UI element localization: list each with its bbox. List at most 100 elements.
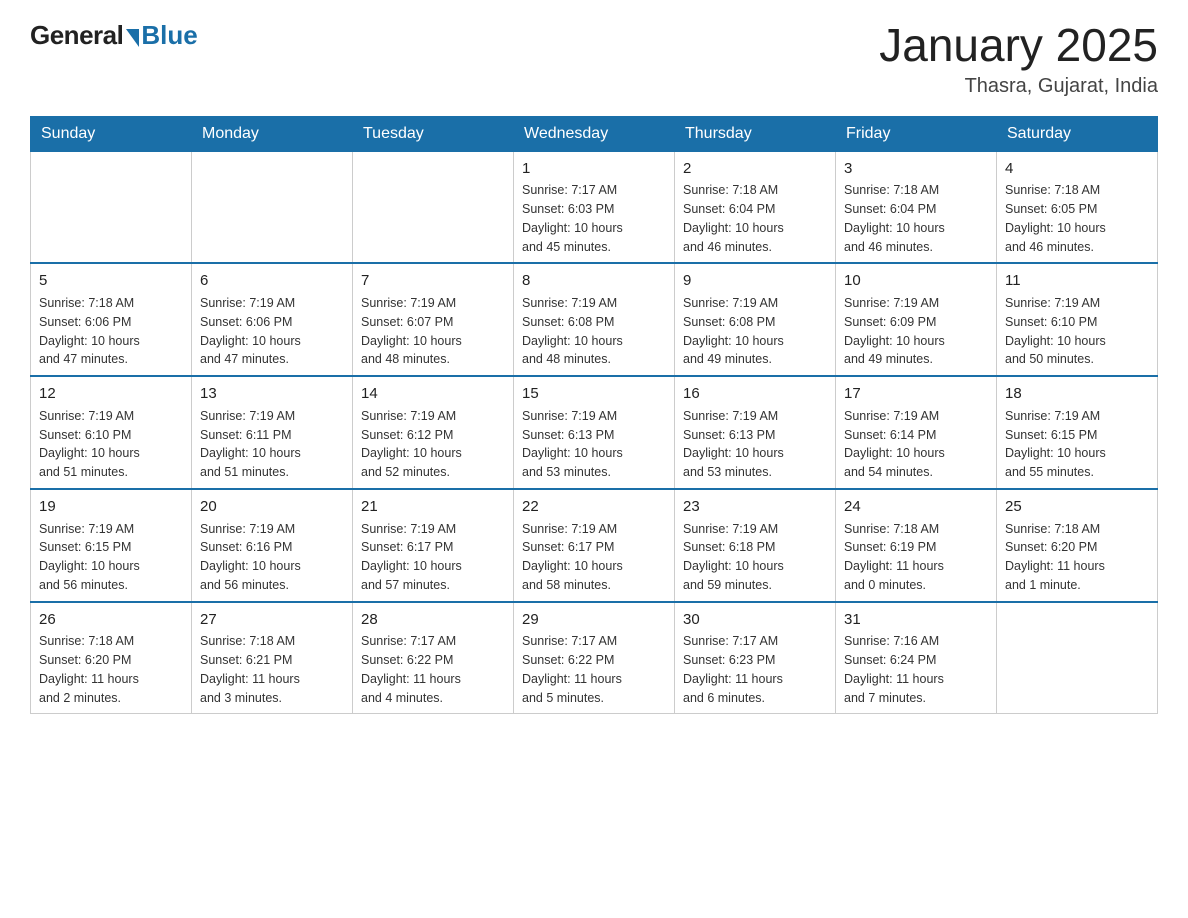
calendar-cell: 31Sunrise: 7:16 AMSunset: 6:24 PMDayligh… <box>836 602 997 714</box>
location-title: Thasra, Gujarat, India <box>879 75 1158 98</box>
day-number: 14 <box>361 383 505 405</box>
day-info: Sunrise: 7:19 AMSunset: 6:14 PMDaylight:… <box>844 407 988 482</box>
calendar-cell: 2Sunrise: 7:18 AMSunset: 6:04 PMDaylight… <box>675 151 836 263</box>
day-number: 10 <box>844 270 988 292</box>
calendar-cell: 29Sunrise: 7:17 AMSunset: 6:22 PMDayligh… <box>514 602 675 714</box>
day-number: 29 <box>522 609 666 631</box>
calendar-cell <box>997 602 1158 714</box>
day-info: Sunrise: 7:19 AMSunset: 6:13 PMDaylight:… <box>683 407 827 482</box>
day-number: 23 <box>683 496 827 518</box>
day-number: 26 <box>39 609 183 631</box>
day-info: Sunrise: 7:17 AMSunset: 6:22 PMDaylight:… <box>522 632 666 707</box>
calendar-cell: 25Sunrise: 7:18 AMSunset: 6:20 PMDayligh… <box>997 489 1158 602</box>
day-info: Sunrise: 7:19 AMSunset: 6:16 PMDaylight:… <box>200 520 344 595</box>
calendar-table: SundayMondayTuesdayWednesdayThursdayFrid… <box>30 116 1158 715</box>
calendar-cell: 6Sunrise: 7:19 AMSunset: 6:06 PMDaylight… <box>192 263 353 376</box>
day-info: Sunrise: 7:19 AMSunset: 6:10 PMDaylight:… <box>1005 294 1149 369</box>
calendar-cell <box>31 151 192 263</box>
weekday-header-saturday: Saturday <box>997 116 1158 151</box>
day-number: 21 <box>361 496 505 518</box>
day-number: 22 <box>522 496 666 518</box>
calendar-cell: 24Sunrise: 7:18 AMSunset: 6:19 PMDayligh… <box>836 489 997 602</box>
day-number: 20 <box>200 496 344 518</box>
day-number: 17 <box>844 383 988 405</box>
day-info: Sunrise: 7:19 AMSunset: 6:10 PMDaylight:… <box>39 407 183 482</box>
weekday-header-monday: Monday <box>192 116 353 151</box>
calendar-cell: 20Sunrise: 7:19 AMSunset: 6:16 PMDayligh… <box>192 489 353 602</box>
calendar-cell: 11Sunrise: 7:19 AMSunset: 6:10 PMDayligh… <box>997 263 1158 376</box>
day-number: 3 <box>844 158 988 180</box>
day-info: Sunrise: 7:18 AMSunset: 6:04 PMDaylight:… <box>844 181 988 256</box>
calendar-cell: 27Sunrise: 7:18 AMSunset: 6:21 PMDayligh… <box>192 602 353 714</box>
weekday-header-sunday: Sunday <box>31 116 192 151</box>
day-number: 1 <box>522 158 666 180</box>
day-number: 5 <box>39 270 183 292</box>
day-number: 16 <box>683 383 827 405</box>
calendar-cell: 1Sunrise: 7:17 AMSunset: 6:03 PMDaylight… <box>514 151 675 263</box>
calendar-cell: 4Sunrise: 7:18 AMSunset: 6:05 PMDaylight… <box>997 151 1158 263</box>
day-number: 12 <box>39 383 183 405</box>
calendar-cell: 18Sunrise: 7:19 AMSunset: 6:15 PMDayligh… <box>997 376 1158 489</box>
day-number: 2 <box>683 158 827 180</box>
day-info: Sunrise: 7:17 AMSunset: 6:23 PMDaylight:… <box>683 632 827 707</box>
calendar-cell: 15Sunrise: 7:19 AMSunset: 6:13 PMDayligh… <box>514 376 675 489</box>
day-info: Sunrise: 7:18 AMSunset: 6:20 PMDaylight:… <box>39 632 183 707</box>
day-info: Sunrise: 7:17 AMSunset: 6:03 PMDaylight:… <box>522 181 666 256</box>
logo: General Blue <box>30 20 198 51</box>
calendar-cell: 19Sunrise: 7:19 AMSunset: 6:15 PMDayligh… <box>31 489 192 602</box>
calendar-cell: 8Sunrise: 7:19 AMSunset: 6:08 PMDaylight… <box>514 263 675 376</box>
calendar-cell: 10Sunrise: 7:19 AMSunset: 6:09 PMDayligh… <box>836 263 997 376</box>
calendar-header-row: SundayMondayTuesdayWednesdayThursdayFrid… <box>31 116 1158 151</box>
day-number: 9 <box>683 270 827 292</box>
calendar-cell: 21Sunrise: 7:19 AMSunset: 6:17 PMDayligh… <box>353 489 514 602</box>
day-number: 4 <box>1005 158 1149 180</box>
day-info: Sunrise: 7:18 AMSunset: 6:04 PMDaylight:… <box>683 181 827 256</box>
page-header: General Blue January 2025 Thasra, Gujara… <box>30 20 1158 98</box>
weekday-header-wednesday: Wednesday <box>514 116 675 151</box>
day-number: 18 <box>1005 383 1149 405</box>
calendar-cell: 17Sunrise: 7:19 AMSunset: 6:14 PMDayligh… <box>836 376 997 489</box>
calendar-week-row: 1Sunrise: 7:17 AMSunset: 6:03 PMDaylight… <box>31 151 1158 263</box>
calendar-week-row: 12Sunrise: 7:19 AMSunset: 6:10 PMDayligh… <box>31 376 1158 489</box>
day-info: Sunrise: 7:19 AMSunset: 6:12 PMDaylight:… <box>361 407 505 482</box>
day-info: Sunrise: 7:17 AMSunset: 6:22 PMDaylight:… <box>361 632 505 707</box>
calendar-cell: 30Sunrise: 7:17 AMSunset: 6:23 PMDayligh… <box>675 602 836 714</box>
day-info: Sunrise: 7:19 AMSunset: 6:17 PMDaylight:… <box>361 520 505 595</box>
weekday-header-tuesday: Tuesday <box>353 116 514 151</box>
day-info: Sunrise: 7:19 AMSunset: 6:06 PMDaylight:… <box>200 294 344 369</box>
day-info: Sunrise: 7:19 AMSunset: 6:15 PMDaylight:… <box>39 520 183 595</box>
logo-general-text: General <box>30 20 123 51</box>
day-number: 31 <box>844 609 988 631</box>
calendar-cell: 23Sunrise: 7:19 AMSunset: 6:18 PMDayligh… <box>675 489 836 602</box>
calendar-cell: 7Sunrise: 7:19 AMSunset: 6:07 PMDaylight… <box>353 263 514 376</box>
day-info: Sunrise: 7:18 AMSunset: 6:20 PMDaylight:… <box>1005 520 1149 595</box>
day-info: Sunrise: 7:19 AMSunset: 6:07 PMDaylight:… <box>361 294 505 369</box>
calendar-cell: 5Sunrise: 7:18 AMSunset: 6:06 PMDaylight… <box>31 263 192 376</box>
day-number: 28 <box>361 609 505 631</box>
calendar-cell: 12Sunrise: 7:19 AMSunset: 6:10 PMDayligh… <box>31 376 192 489</box>
calendar-cell: 9Sunrise: 7:19 AMSunset: 6:08 PMDaylight… <box>675 263 836 376</box>
calendar-cell <box>192 151 353 263</box>
month-title: January 2025 <box>879 20 1158 71</box>
logo-arrow-icon <box>126 29 139 47</box>
calendar-cell: 13Sunrise: 7:19 AMSunset: 6:11 PMDayligh… <box>192 376 353 489</box>
logo-blue-text: Blue <box>141 20 197 51</box>
day-info: Sunrise: 7:19 AMSunset: 6:11 PMDaylight:… <box>200 407 344 482</box>
calendar-week-row: 5Sunrise: 7:18 AMSunset: 6:06 PMDaylight… <box>31 263 1158 376</box>
day-number: 24 <box>844 496 988 518</box>
day-info: Sunrise: 7:19 AMSunset: 6:17 PMDaylight:… <box>522 520 666 595</box>
day-info: Sunrise: 7:18 AMSunset: 6:21 PMDaylight:… <box>200 632 344 707</box>
calendar-cell: 28Sunrise: 7:17 AMSunset: 6:22 PMDayligh… <box>353 602 514 714</box>
calendar-week-row: 19Sunrise: 7:19 AMSunset: 6:15 PMDayligh… <box>31 489 1158 602</box>
day-info: Sunrise: 7:18 AMSunset: 6:06 PMDaylight:… <box>39 294 183 369</box>
calendar-week-row: 26Sunrise: 7:18 AMSunset: 6:20 PMDayligh… <box>31 602 1158 714</box>
day-info: Sunrise: 7:18 AMSunset: 6:19 PMDaylight:… <box>844 520 988 595</box>
calendar-cell: 3Sunrise: 7:18 AMSunset: 6:04 PMDaylight… <box>836 151 997 263</box>
day-info: Sunrise: 7:19 AMSunset: 6:08 PMDaylight:… <box>683 294 827 369</box>
day-number: 15 <box>522 383 666 405</box>
calendar-cell: 16Sunrise: 7:19 AMSunset: 6:13 PMDayligh… <box>675 376 836 489</box>
day-info: Sunrise: 7:19 AMSunset: 6:13 PMDaylight:… <box>522 407 666 482</box>
weekday-header-thursday: Thursday <box>675 116 836 151</box>
calendar-cell <box>353 151 514 263</box>
day-info: Sunrise: 7:19 AMSunset: 6:15 PMDaylight:… <box>1005 407 1149 482</box>
